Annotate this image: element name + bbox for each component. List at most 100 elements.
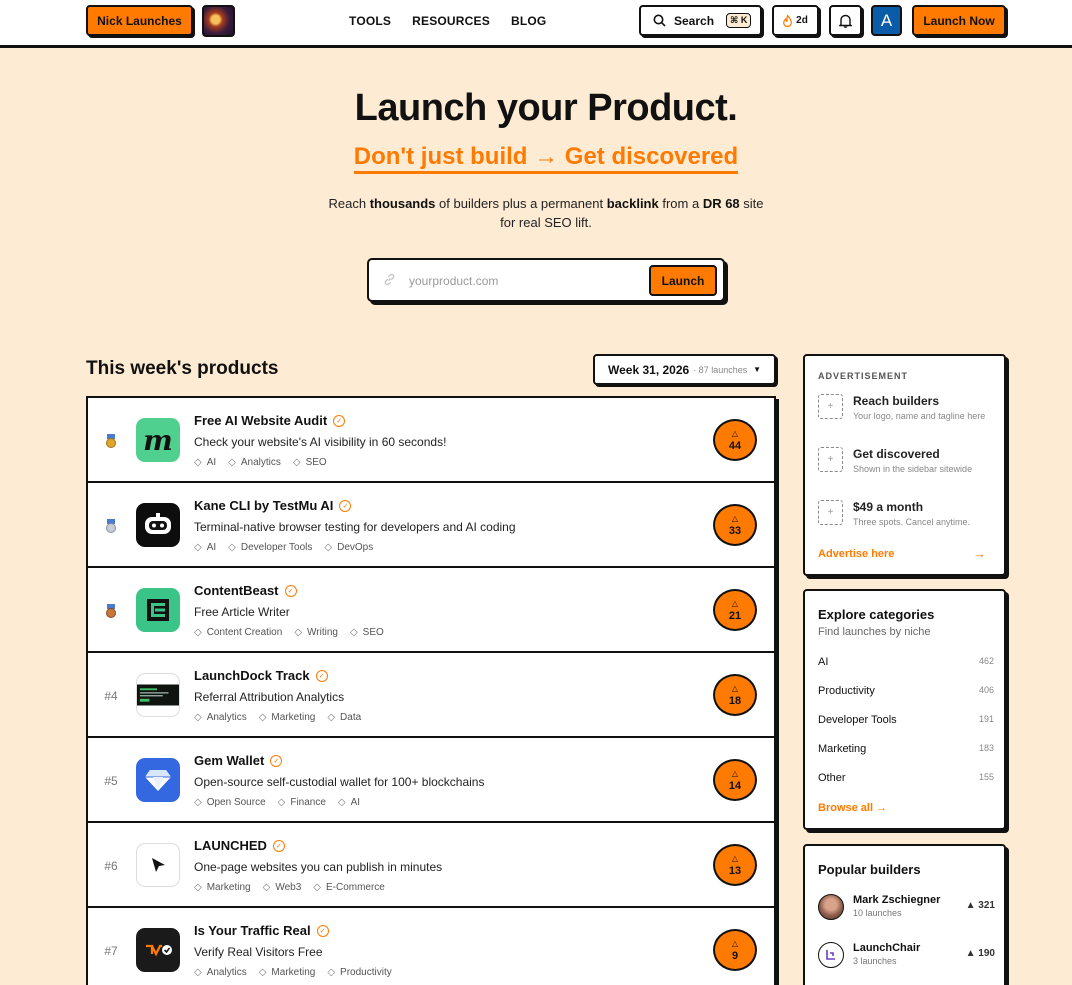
product-row[interactable]: Kane CLI by TestMu AI ✓ Terminal-native b…	[88, 483, 774, 568]
user-avatar[interactable]: A	[871, 5, 902, 36]
product-logo[interactable]	[136, 503, 180, 547]
builder-item[interactable]: LaunchChair 3 launches ▲ 190	[818, 942, 995, 972]
product-name-text[interactable]: Gem Wallet	[194, 753, 264, 768]
tag[interactable]: Web3	[263, 882, 301, 893]
tag[interactable]: Marketing	[259, 712, 315, 723]
category-item[interactable]: Productivity 406	[818, 685, 994, 697]
category-item[interactable]: Developer Tools 191	[818, 714, 994, 726]
rank: #5	[104, 773, 118, 788]
tag[interactable]: E-Commerce	[313, 882, 385, 893]
builder-name[interactable]: LaunchChair	[853, 942, 920, 954]
tag[interactable]: DevOps	[324, 542, 373, 553]
upvote-button[interactable]: △ 33	[713, 504, 757, 546]
product-logo[interactable]	[136, 758, 180, 802]
product-name[interactable]: Free AI Website Audit ✓	[194, 413, 346, 428]
tag[interactable]: Productivity	[327, 967, 392, 978]
arrow-right-icon[interactable]: →	[973, 546, 986, 561]
tag[interactable]: AI	[338, 797, 360, 808]
category-item[interactable]: Marketing 183	[818, 743, 994, 755]
avatar[interactable]	[818, 894, 844, 920]
nav-blog[interactable]: BLOG	[511, 14, 546, 28]
category-count: 155	[978, 772, 994, 782]
tag[interactable]: Analytics	[228, 457, 281, 468]
product-logo[interactable]: m	[136, 418, 180, 462]
tag[interactable]: SEO	[350, 627, 384, 638]
product-row[interactable]: #5 Gem Wallet ✓ Open-source self-custodia…	[88, 738, 774, 823]
tag[interactable]: Analytics	[194, 712, 247, 723]
upvote-button[interactable]: △ 14	[713, 759, 757, 801]
tag[interactable]: Marketing	[194, 882, 251, 893]
ad-item: + Get discovered Shown in the sidebar si…	[818, 447, 998, 491]
product-logo[interactable]	[136, 843, 180, 887]
tag[interactable]: Analytics	[194, 967, 247, 978]
plus-icon: +	[818, 447, 843, 472]
product-tags: Marketing Web3 E-Commerce	[194, 882, 385, 893]
product-logo[interactable]	[136, 928, 180, 972]
product-name[interactable]: Gem Wallet ✓	[194, 753, 283, 768]
upvote-button[interactable]: △ 13	[713, 844, 757, 886]
brand-button[interactable]: Nick Launches	[86, 5, 193, 36]
upvote-button[interactable]: △ 18	[713, 674, 757, 716]
upvote-button[interactable]: △ 21	[713, 589, 757, 631]
streak-button[interactable]: 2d	[772, 5, 819, 36]
product-row[interactable]: #6 LAUNCHED ✓ One-page websites you can p…	[88, 823, 774, 908]
tag[interactable]: Writing	[294, 627, 338, 638]
product-tagline: Open-source self-custodial wallet for 10…	[194, 775, 485, 789]
search-button[interactable]: Search ⌘ K	[639, 5, 762, 36]
product-logo[interactable]	[136, 673, 180, 717]
builder-meta: 10 launches	[853, 908, 902, 918]
product-row[interactable]: ContentBeast ✓ Free Article Writer Conten…	[88, 568, 774, 653]
product-row[interactable]: #4 LaunchDock Track ✓ Referral Attributio…	[88, 653, 774, 738]
product-name[interactable]: Is Your Traffic Real ✓	[194, 923, 329, 938]
product-name[interactable]: LaunchDock Track ✓	[194, 668, 328, 683]
product-row[interactable]: #7 Is Your Traffic Real ✓ Verify Real Vis…	[88, 908, 774, 985]
product-name-text[interactable]: Kane CLI by TestMu AI	[194, 498, 333, 513]
tag[interactable]: Content Creation	[194, 627, 283, 638]
week-select[interactable]: Week 31, 2026 · 87 launches ▼	[593, 354, 776, 385]
hero-subtitle-text: Don't just build → Get discovered	[353, 143, 739, 174]
rank	[98, 398, 124, 483]
ad-item: + $49 a month Three spots. Cancel anytim…	[818, 500, 998, 544]
tag[interactable]: Marketing	[259, 967, 315, 978]
tag[interactable]: Open Source	[194, 797, 266, 808]
tag[interactable]: Finance	[278, 797, 326, 808]
browse-all-link[interactable]: Browse all →	[818, 802, 887, 814]
upvote-arrow-icon: △	[731, 514, 739, 523]
tag[interactable]: Developer Tools	[228, 542, 313, 553]
builder-name[interactable]: Mark Zschiegner	[853, 894, 940, 906]
product-name[interactable]: ContentBeast ✓	[194, 583, 297, 598]
product-row[interactable]: m Free AI Website Audit ✓ Check your webs…	[88, 398, 774, 483]
tag[interactable]: SEO	[293, 457, 327, 468]
product-name[interactable]: Kane CLI by TestMu AI ✓	[194, 498, 352, 513]
category-count: 462	[978, 656, 994, 666]
launch-now-button[interactable]: Launch Now	[912, 5, 1006, 36]
product-name-text[interactable]: LaunchDock Track	[194, 668, 310, 683]
avatar[interactable]	[818, 942, 844, 968]
tag[interactable]: AI	[194, 457, 216, 468]
product-name-text[interactable]: ContentBeast	[194, 583, 279, 598]
product-url-input[interactable]	[409, 271, 639, 291]
upvote-button[interactable]: △ 9	[713, 929, 757, 971]
product-name-text[interactable]: Free AI Website Audit	[194, 413, 327, 428]
verified-icon: ✓	[272, 839, 285, 852]
nav-tools[interactable]: TOOLS	[349, 14, 391, 28]
product-name-text[interactable]: LAUNCHED	[194, 838, 267, 853]
product-name[interactable]: LAUNCHED ✓	[194, 838, 285, 853]
nav-resources[interactable]: RESOURCES	[412, 14, 490, 28]
product-logo[interactable]	[136, 588, 180, 632]
vote-count: 18	[728, 695, 742, 707]
tag[interactable]: Data	[327, 712, 361, 723]
category-item[interactable]: AI 462	[818, 656, 994, 668]
builder-item[interactable]: Mark Zschiegner 10 launches ▲ 321	[818, 894, 995, 924]
tag[interactable]: AI	[194, 542, 216, 553]
streak-label: 2d	[796, 15, 808, 26]
verified-icon: ✓	[339, 499, 352, 512]
category-item[interactable]: Other 155	[818, 772, 994, 784]
notifications-button[interactable]	[829, 5, 862, 36]
brand-avatar[interactable]	[202, 5, 235, 37]
product-name-text[interactable]: Is Your Traffic Real	[194, 923, 311, 938]
launch-button[interactable]: Launch	[649, 265, 717, 296]
upvote-button[interactable]: △ 44	[713, 419, 757, 461]
verified-icon: ✓	[270, 754, 283, 767]
advertise-link[interactable]: Advertise here	[818, 548, 894, 560]
